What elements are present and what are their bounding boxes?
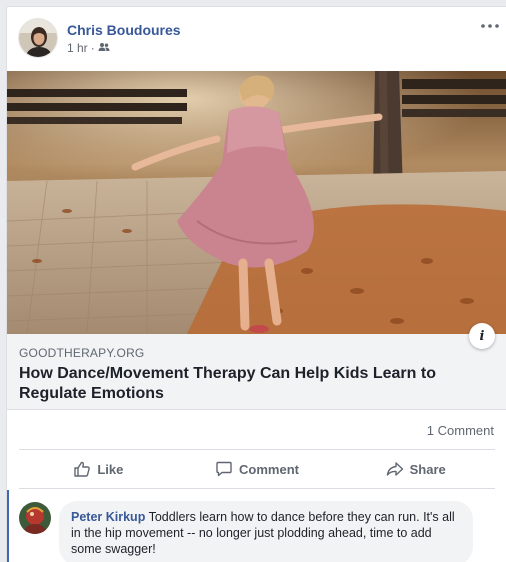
thumbs-up-icon — [74, 461, 91, 477]
like-label: Like — [97, 461, 124, 477]
divider — [19, 449, 495, 450]
comment-label: Comment — [239, 461, 299, 477]
commenter-name[interactable]: Peter Kirkup — [71, 510, 145, 524]
comment-button[interactable]: Comment — [178, 452, 337, 486]
link-title[interactable]: How Dance/Movement Therapy Can Help Kids… — [19, 364, 479, 404]
meta-separator: · — [90, 41, 95, 55]
share-icon — [386, 462, 403, 476]
author-name[interactable]: Chris Boudoures — [67, 22, 181, 38]
comment-section: Peter Kirkup Toddlers learn how to dance… — [7, 490, 506, 562]
post-time[interactable]: 1 hr — [67, 41, 88, 55]
author-avatar[interactable] — [18, 18, 58, 58]
info-icon[interactable]: i — [469, 323, 495, 349]
comment-icon — [216, 461, 232, 477]
comment-bubble: Peter Kirkup Toddlers learn how to dance… — [59, 501, 473, 562]
share-label: Share — [409, 461, 446, 477]
friends-icon[interactable] — [98, 41, 110, 55]
more-dots-icon[interactable] — [478, 17, 502, 35]
post-card: Chris Boudoures 1 hr · i GOODTHERAPY.ORG… — [6, 6, 506, 562]
link-preview-image[interactable] — [7, 71, 506, 334]
comment-accent-bar — [7, 490, 9, 562]
comment-count[interactable]: 1 Comment — [427, 423, 494, 438]
link-domain: GOODTHERAPY.ORG — [19, 346, 145, 360]
share-button[interactable]: Share — [336, 452, 495, 486]
post-header: Chris Boudoures 1 hr · — [7, 7, 506, 71]
link-preview[interactable]: i GOODTHERAPY.ORG How Dance/Movement The… — [7, 323, 506, 410]
post-actions: Like Comment Share — [19, 452, 495, 486]
commenter-avatar[interactable] — [19, 502, 51, 534]
divider — [19, 488, 495, 489]
post-meta: 1 hr · — [67, 41, 110, 55]
like-button[interactable]: Like — [19, 452, 178, 486]
